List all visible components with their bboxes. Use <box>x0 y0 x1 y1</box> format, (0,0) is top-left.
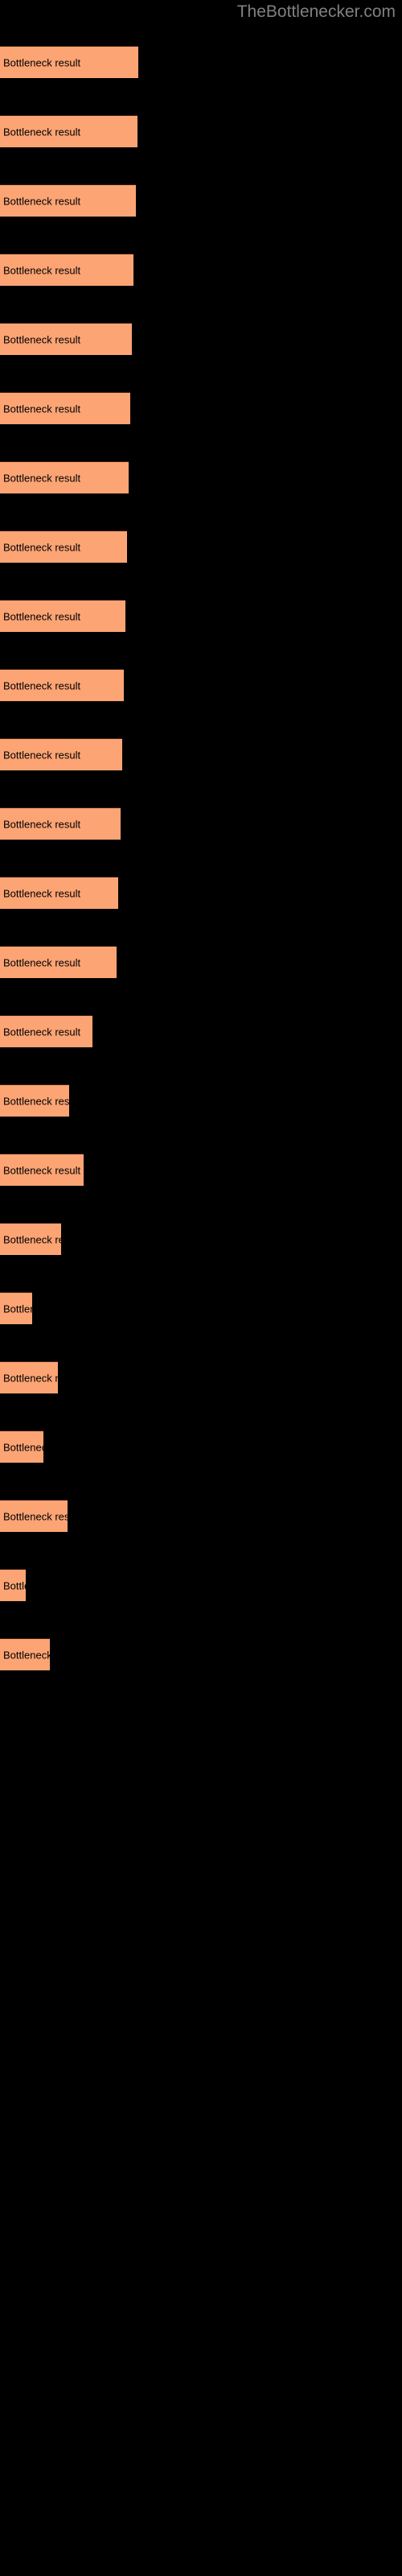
bar-label: Bottleneck result <box>3 56 81 68</box>
bar-label: Bottleneck result <box>3 1164 81 1176</box>
bar-label: Bottleneck result <box>3 818 81 830</box>
bar-label: Bottleneck result <box>3 264 81 276</box>
bar: Bottleneck result <box>0 1500 68 1532</box>
bar-label: Bottleneck result <box>3 679 81 691</box>
bar-label: Bottleneck result <box>3 195 81 207</box>
bar: Bottleneck result <box>0 669 124 701</box>
bar-label: Bottleneck result <box>3 402 81 415</box>
bar: Bottleneck result <box>0 1154 84 1186</box>
bar-label: Bottleneck result <box>3 472 81 484</box>
bar-label: Bottleneck result <box>3 1095 69 1107</box>
bar: Bottleneck result <box>0 1430 43 1463</box>
bar: Bottleneck result <box>0 184 136 217</box>
bar: Bottleneck result <box>0 807 121 840</box>
bar: Bottleneck result <box>0 1015 92 1047</box>
bar-label: Bottleneck result <box>3 541 81 553</box>
bar-label: Bottleneck result <box>3 126 81 138</box>
bar-label: Bottleneck result <box>3 1372 58 1384</box>
bar-label: Bottleneck result <box>3 1233 61 1245</box>
bar: Bottleneck result <box>0 46 138 78</box>
bar-label: Bottleneck result <box>3 610 81 622</box>
bar: Bottleneck result <box>0 877 118 909</box>
bar: Bottleneck result <box>0 1361 58 1393</box>
bar-label: Bottleneck result <box>3 1026 81 1038</box>
bar: Bottleneck result <box>0 254 133 286</box>
bar: Bottleneck result <box>0 1223 61 1255</box>
bar-label: Bottleneck result <box>3 749 81 761</box>
bar-label: Bottleneck result <box>3 956 81 968</box>
bar: Bottleneck result <box>0 392 130 424</box>
bar-label: Bottleneck result <box>3 1510 68 1522</box>
bottleneck-bar-chart: Bottleneck result Bottleneck result Bottle… <box>0 0 402 2576</box>
bar: Bottleneck result <box>0 738 122 770</box>
bar-label: Bottleneck result <box>3 1579 26 1591</box>
bar: Bottleneck result <box>0 1569 26 1601</box>
bar: Bottleneck result <box>0 1084 69 1117</box>
bar-label: Bottleneck result <box>3 333 81 345</box>
bar: Bottleneck result <box>0 1638 50 1670</box>
bar: Bottleneck result <box>0 600 125 632</box>
bar: Bottleneck result <box>0 461 129 493</box>
bar-label: Bottleneck result <box>3 887 81 899</box>
bar: Bottleneck result <box>0 530 127 563</box>
bar: Bottleneck result <box>0 323 132 355</box>
bar: Bottleneck result <box>0 1292 32 1324</box>
bar: Bottleneck result <box>0 115 137 147</box>
bar-label: Bottleneck result <box>3 1649 50 1661</box>
bar: Bottleneck result <box>0 946 117 978</box>
bar-label: Bottleneck result <box>3 1441 43 1453</box>
bar-label: Bottleneck result <box>3 1302 32 1315</box>
